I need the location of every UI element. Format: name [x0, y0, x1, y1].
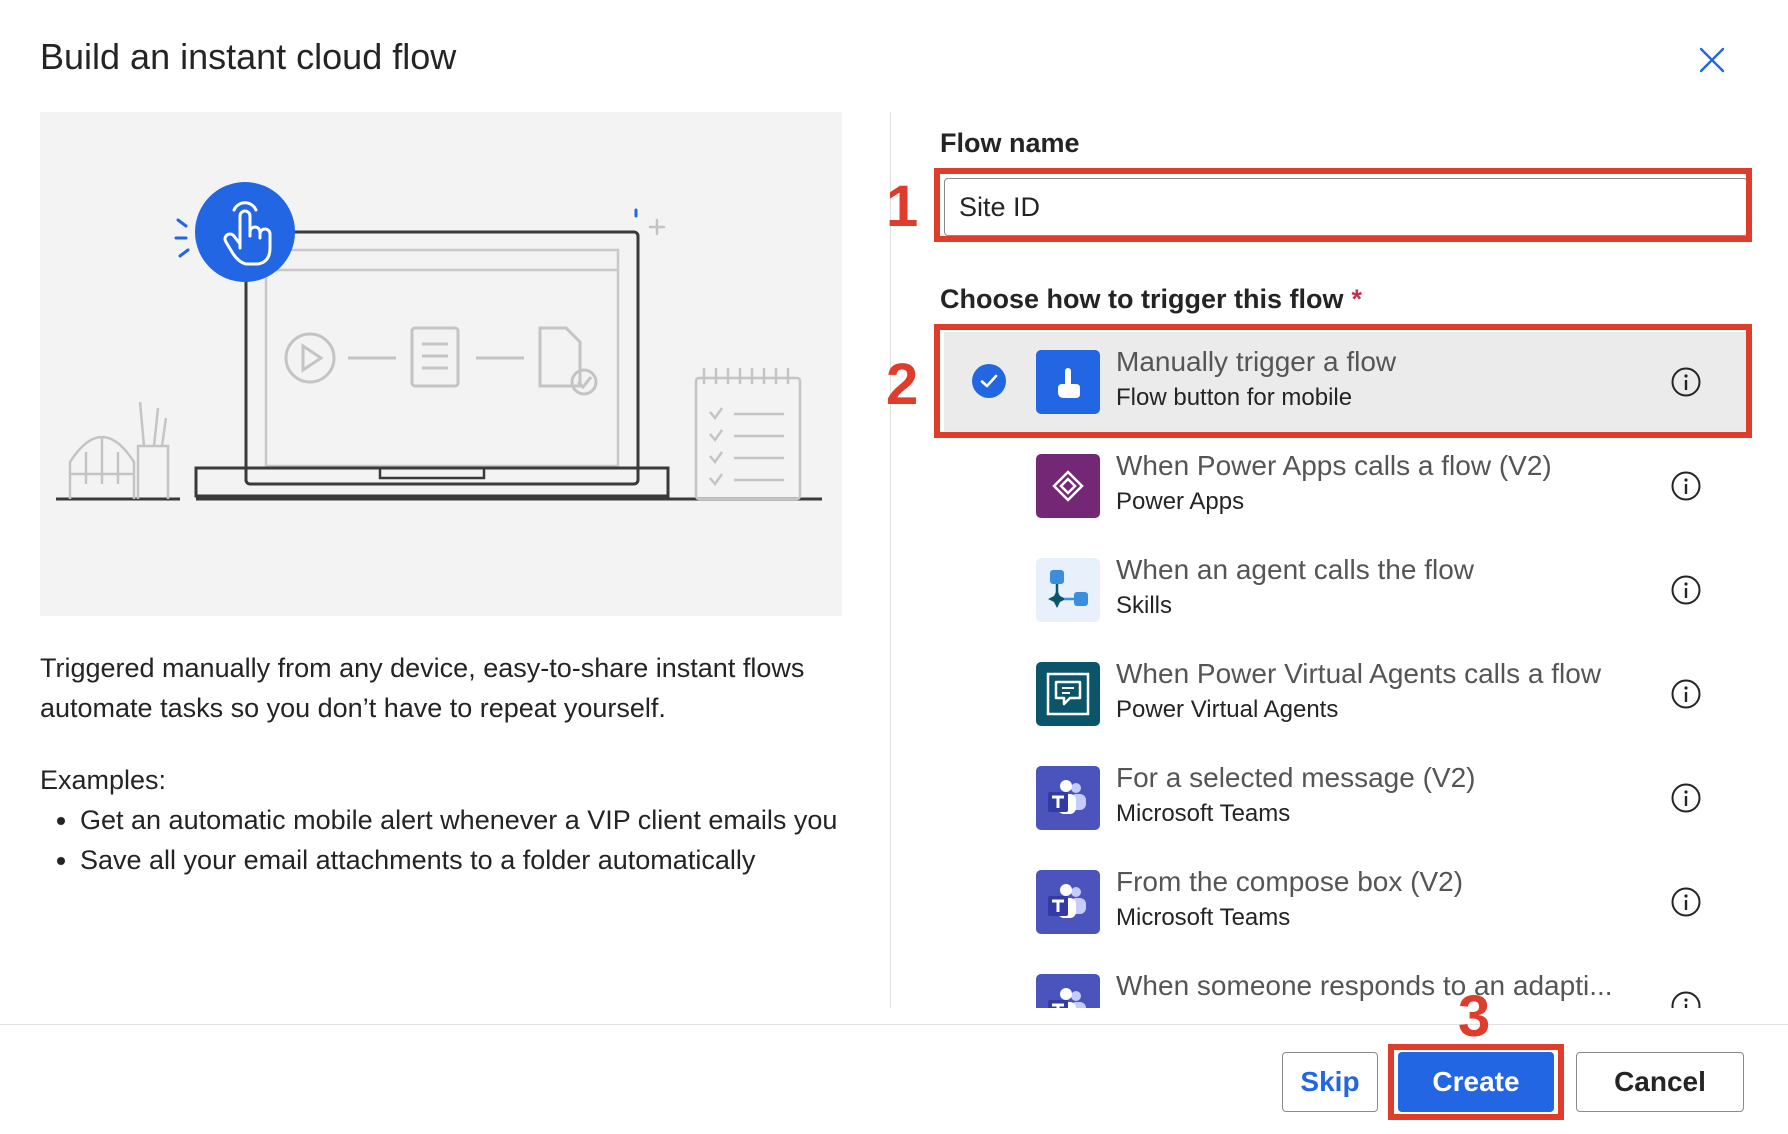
teams-icon	[1036, 766, 1100, 830]
info-icon[interactable]	[1670, 678, 1702, 710]
annotation-number-1: 1	[886, 174, 919, 239]
trigger-subtitle: Flow button for mobile	[1116, 384, 1353, 411]
info-icon[interactable]	[1670, 470, 1702, 502]
trigger-title: When Power Apps calls a flow (V2)	[1116, 450, 1552, 481]
required-marker: *	[1351, 284, 1362, 314]
trigger-label-text: Choose how to trigger this flow	[940, 284, 1344, 314]
examples-section: Examples: Get an automatic mobile alert …	[40, 760, 840, 880]
annotation-number-3: 3	[1458, 984, 1491, 1049]
selected-check-icon	[972, 364, 1006, 398]
trigger-subtitle: Power Virtual Agents	[1116, 696, 1339, 723]
close-button[interactable]	[1694, 42, 1730, 78]
trigger-label: Choose how to trigger this flow *	[940, 284, 1362, 315]
examples-list: Get an automatic mobile alert whenever a…	[40, 800, 840, 880]
cancel-button[interactable]: Cancel	[1576, 1052, 1744, 1112]
touch-icon	[1036, 350, 1100, 414]
create-button[interactable]: Create	[1398, 1052, 1554, 1112]
flow-name-label: Flow name	[940, 128, 1080, 158]
trigger-subtitle: Power Apps	[1116, 488, 1245, 515]
power-apps-icon	[1036, 454, 1100, 518]
trigger-subtitle: Microsoft Teams	[1116, 904, 1291, 931]
trigger-title: Manually trigger a flow	[1116, 346, 1397, 377]
dialog-title: Build an instant cloud flow	[40, 36, 457, 77]
trigger-item-manual[interactable]: Manually trigger a flow Flow button for …	[944, 332, 1748, 432]
trigger-subtitle: Skills	[1116, 592, 1173, 619]
example-item: Save all your email attachments to a fol…	[80, 840, 840, 880]
trigger-item-teams-message[interactable]: For a selected message (V2) Microsoft Te…	[944, 748, 1748, 848]
hero-illustration	[40, 112, 842, 616]
close-icon	[1699, 47, 1725, 73]
skills-icon	[1036, 558, 1100, 622]
info-icon[interactable]	[1670, 990, 1702, 1008]
flow-name-input[interactable]	[944, 178, 1748, 236]
trigger-title: When Power Virtual Agents calls a flow	[1116, 658, 1602, 689]
trigger-item-power-apps[interactable]: When Power Apps calls a flow (V2) Power …	[944, 436, 1748, 536]
dialog-description: Triggered manually from any device, easy…	[40, 653, 805, 723]
trigger-item-agent[interactable]: When an agent calls the flow Skills	[944, 540, 1748, 640]
teams-icon	[1036, 974, 1100, 1008]
annotation-number-2: 2	[886, 352, 919, 417]
skip-button[interactable]: Skip	[1282, 1052, 1378, 1112]
info-icon[interactable]	[1670, 366, 1702, 398]
trigger-item-teams-adaptive[interactable]: When someone responds to an adapti...	[944, 956, 1748, 1008]
vertical-divider	[890, 112, 891, 1008]
trigger-item-pva[interactable]: When Power Virtual Agents calls a flow P…	[944, 644, 1748, 744]
chat-bot-icon	[1036, 662, 1100, 726]
laptop-illustration	[56, 182, 822, 501]
trigger-item-teams-compose[interactable]: From the compose box (V2) Microsoft Team…	[944, 852, 1748, 952]
info-icon[interactable]	[1670, 782, 1702, 814]
trigger-subtitle: Microsoft Teams	[1116, 800, 1291, 827]
trigger-title: For a selected message (V2)	[1116, 762, 1476, 793]
teams-icon	[1036, 870, 1100, 934]
trigger-title: When an agent calls the flow	[1116, 554, 1474, 585]
footer-divider	[0, 1024, 1788, 1025]
examples-label: Examples:	[40, 765, 167, 795]
trigger-title: When someone responds to an adapti...	[1116, 970, 1613, 1001]
example-item: Get an automatic mobile alert whenever a…	[80, 800, 840, 840]
trigger-title: From the compose box (V2)	[1116, 866, 1464, 897]
trigger-list[interactable]: Manually trigger a flow Flow button for …	[944, 332, 1748, 1008]
info-icon[interactable]	[1670, 886, 1702, 918]
info-icon[interactable]	[1670, 574, 1702, 606]
